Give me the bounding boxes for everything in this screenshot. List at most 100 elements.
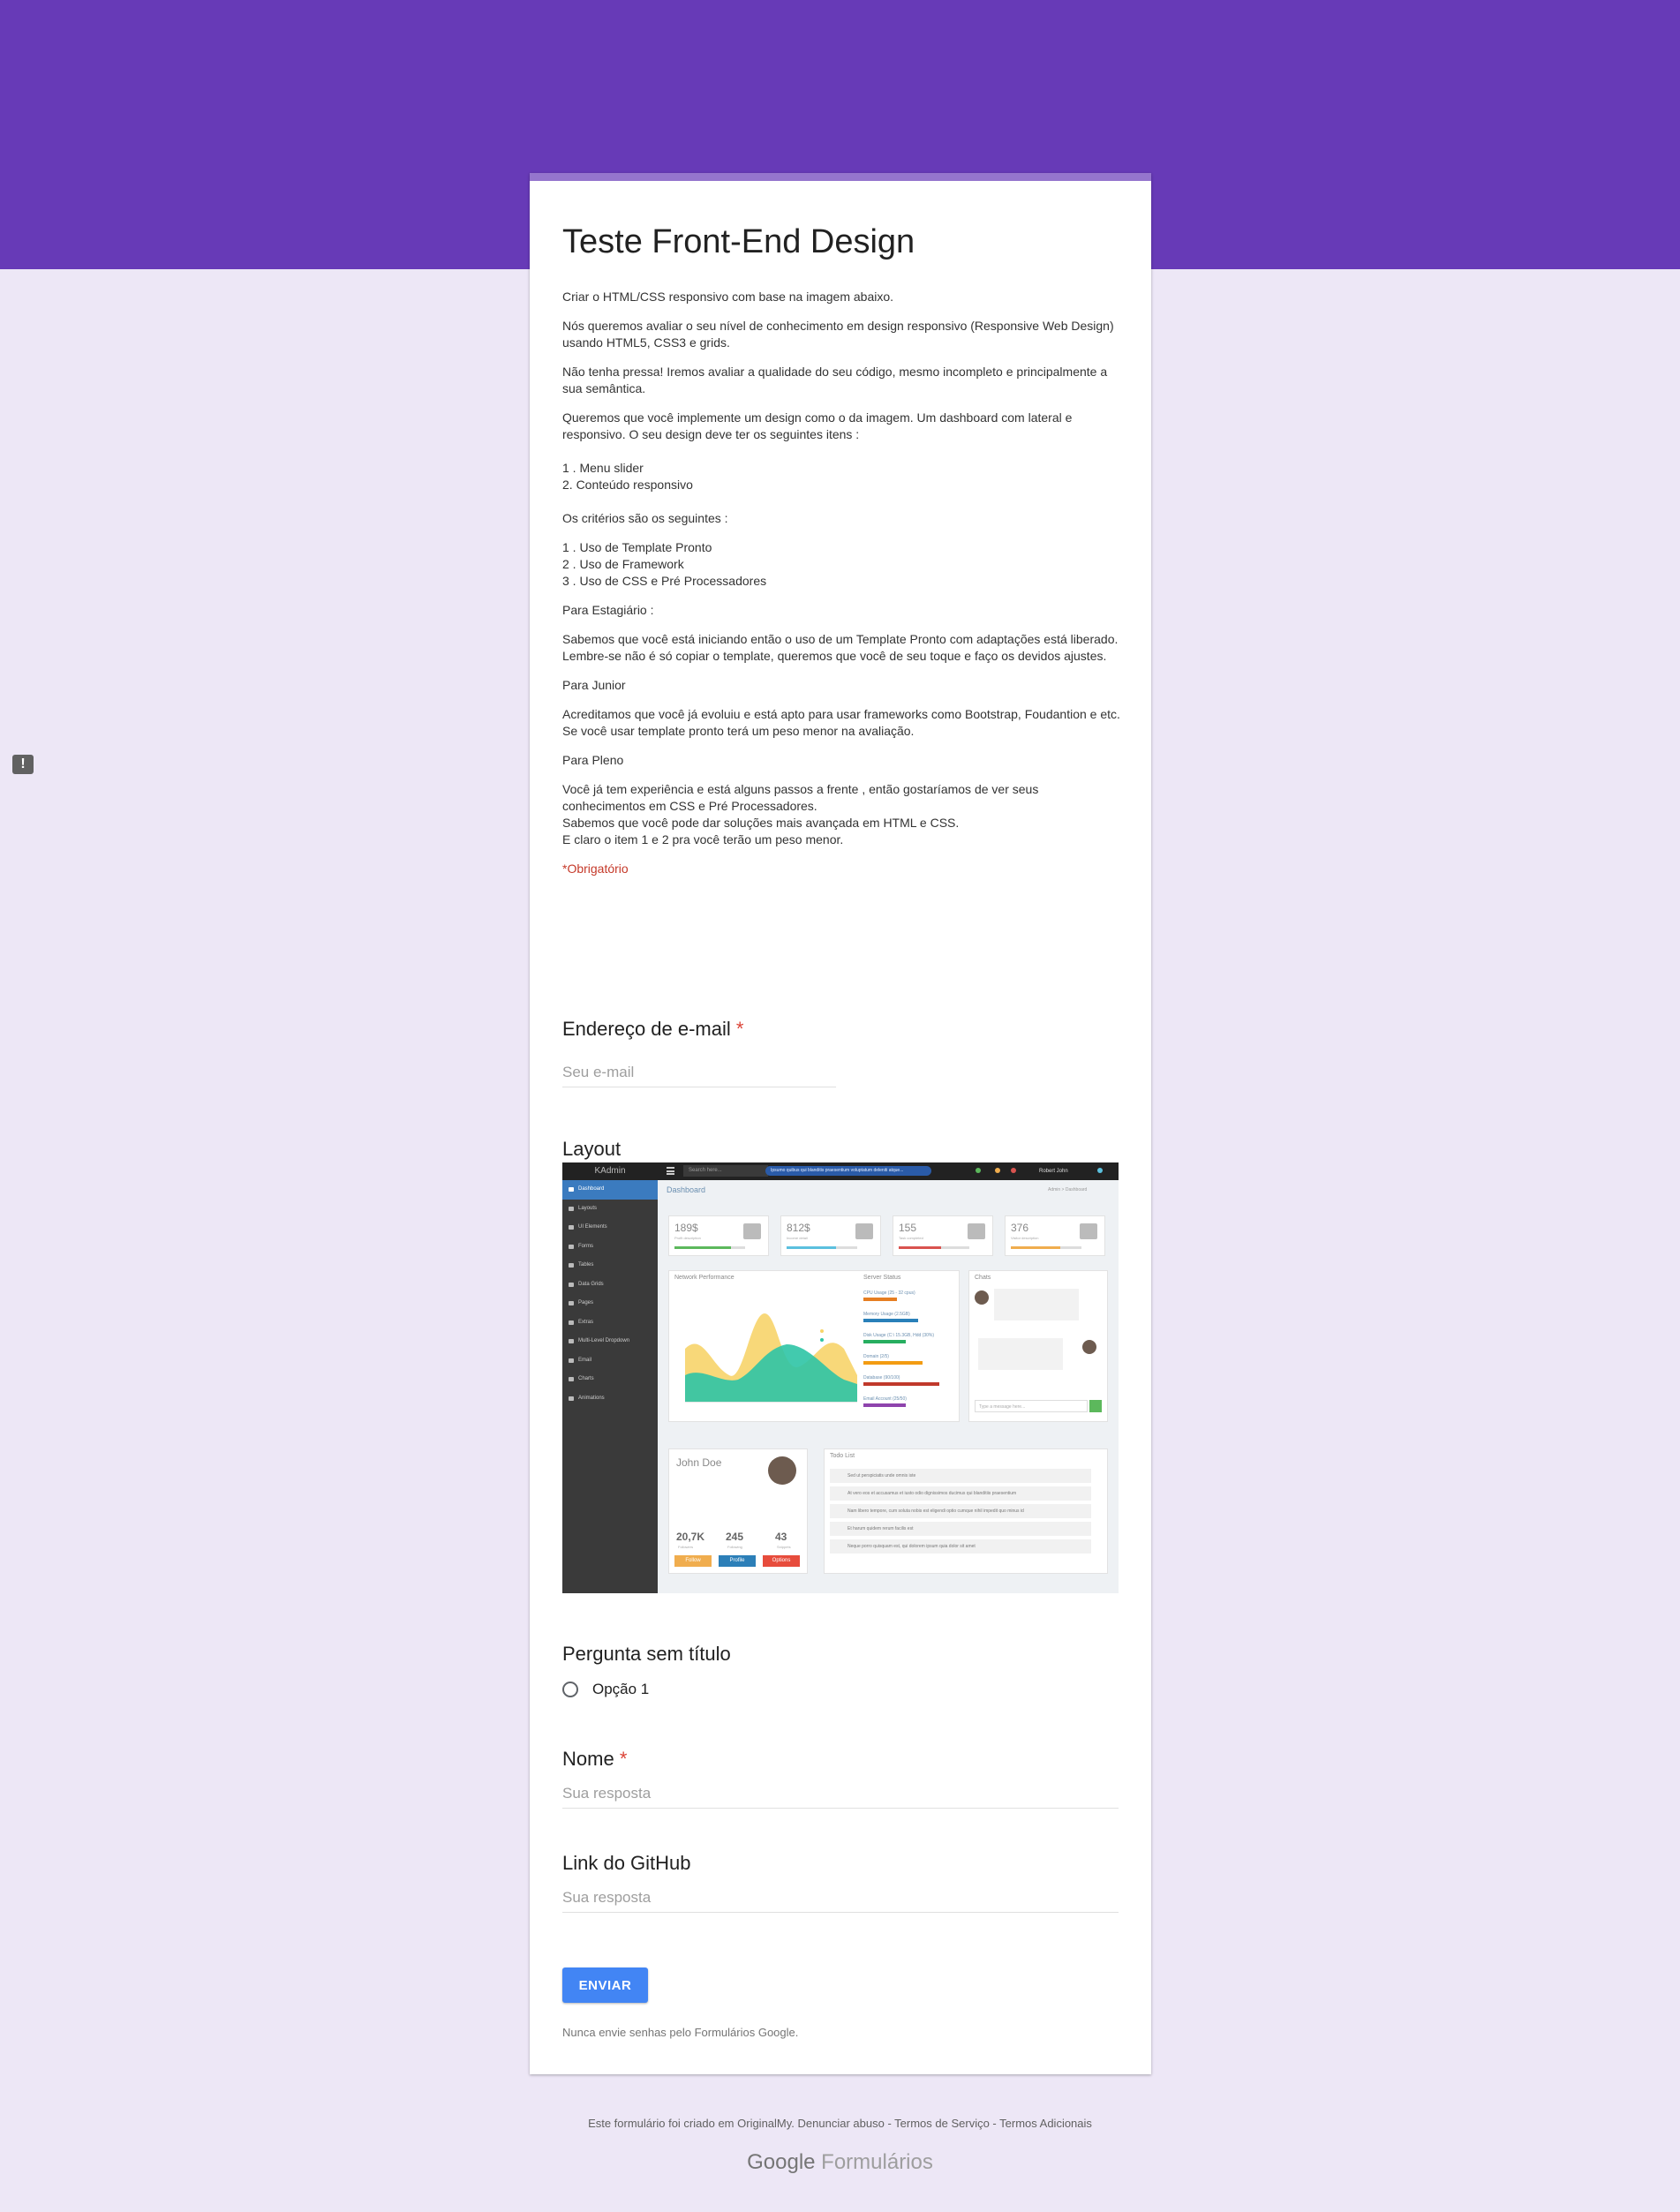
stat-value: 155 [899, 1222, 917, 1234]
name-field[interactable] [562, 1781, 1119, 1809]
server-row: Email Account (25/50) [863, 1396, 948, 1407]
dashboard-search: Search here... [683, 1165, 768, 1177]
required-asterisk: * [735, 1018, 744, 1040]
dashboard-ticker: Ipsumo quibus qui blanditis praesentium … [765, 1166, 931, 1176]
todo-panel: Todo List Sed ut perspiciatis unde omnis… [824, 1448, 1108, 1574]
menu-icon [667, 1167, 674, 1175]
description-paragraph: Acreditamos que você já evoluiu e está a… [562, 707, 1120, 738]
profile-name: John Doe [676, 1456, 722, 1469]
profile-stat-label: Following [727, 1545, 742, 1549]
terms-link[interactable]: Termos de Serviço [894, 2117, 990, 2130]
question-title: Layout [562, 1138, 622, 1160]
question-untitled: Pergunta sem título Opção 1 [562, 1643, 1119, 1698]
stat-label: Income detail [787, 1236, 808, 1240]
server-row-bar [863, 1403, 906, 1407]
stat-label: Profit description [674, 1236, 701, 1240]
description-paragraph: Para Junior [562, 678, 626, 692]
server-row-label: Domain (2/5) [863, 1354, 889, 1359]
todo-item: Neque porro quisquam est, qui dolorem ip… [830, 1539, 1091, 1554]
profile-stat-label: Snippets [777, 1545, 791, 1549]
profile-button: Follow [674, 1555, 712, 1567]
panel-title: Network Performance [674, 1275, 735, 1281]
panel-title: Server Status [863, 1275, 901, 1281]
submit-button[interactable]: ENVIAR [562, 1967, 648, 2003]
question-name: Nome * [562, 1748, 1119, 1809]
sidebar-item: Multi-Level Dropdown [562, 1332, 658, 1351]
avatar [1082, 1340, 1096, 1354]
sidebar-item: Data Grids [562, 1275, 658, 1295]
stat-bar-fill [1011, 1246, 1060, 1249]
layout-image: KAdmin Search here... Ipsumo quibus qui … [562, 1162, 1119, 1593]
server-row: Disk Usage (C:\ 15.3GB, Hdd (30%) [863, 1333, 948, 1343]
todo-item: Et harum quidem rerum facilis est [830, 1522, 1091, 1536]
question-title: Link do GitHub [562, 1852, 691, 1874]
dashboard-heading: Dashboard [667, 1185, 706, 1194]
panel-title: Chats [975, 1275, 991, 1281]
sidebar-item: Tables [562, 1256, 658, 1275]
profile-stat-value: 43 [775, 1531, 787, 1543]
stat-value: 189$ [674, 1222, 698, 1234]
google-forms-logo[interactable]: Google Formulários [0, 2150, 1680, 2175]
profile-card: John Doe 20,7K 245 43 Followers Followin… [668, 1448, 808, 1574]
stat-value: 376 [1011, 1222, 1029, 1234]
stat-bar [899, 1246, 969, 1249]
todo-item: At vero eos et accusamus et iusto odio d… [830, 1486, 1091, 1501]
network-panel: Network Performance Server Status CPU Us… [668, 1270, 960, 1422]
server-row: Domain (2/5) [863, 1354, 948, 1365]
dashboard-brand: KAdmin [594, 1166, 626, 1176]
server-row-label: Disk Usage (C:\ 15.3GB, Hdd (30%) [863, 1333, 935, 1338]
sidebar-item: Charts [562, 1370, 658, 1389]
stat-label: Task completed [899, 1236, 923, 1240]
report-abuse-link[interactable]: Denunciar abuso [798, 2117, 885, 2130]
server-row-label: Memory Usage (2.5GB) [863, 1312, 910, 1317]
question-title: Endereço de e-mail [562, 1018, 731, 1040]
description-list: 1 . Menu slider 2. Conteúdo responsivo [562, 461, 693, 492]
chats-panel: Chats Type a message here... [968, 1270, 1108, 1422]
sidebar-item: Pages [562, 1294, 658, 1313]
avatar [975, 1290, 989, 1305]
profile-stat-label: Followers [678, 1545, 694, 1549]
cart-icon [743, 1223, 761, 1239]
stat-card: 155 Task completed [893, 1215, 993, 1256]
server-row-bar [863, 1361, 923, 1365]
sidebar-item: Email [562, 1351, 658, 1371]
server-row-bar [863, 1298, 898, 1301]
send-icon [1089, 1400, 1102, 1412]
stat-bar-fill [674, 1246, 731, 1249]
profile-button: Profile [719, 1555, 756, 1567]
sidebar-item: Extras [562, 1313, 658, 1333]
form-description: Criar o HTML/CSS responsivo com base na … [562, 289, 1120, 890]
password-disclaimer: Nunca envie senhas pelo Formulários Goog… [562, 2026, 799, 2039]
avatar [768, 1456, 796, 1485]
notification-icon [976, 1168, 981, 1173]
report-feedback-icon[interactable]: ! [12, 755, 34, 774]
stat-bar [674, 1246, 745, 1249]
profile-button: Options [763, 1555, 800, 1567]
chat-message [994, 1289, 1079, 1320]
money-icon [855, 1223, 873, 1239]
sidebar-item: UI Elements [562, 1218, 658, 1238]
radio-button[interactable] [562, 1682, 578, 1697]
server-row-label: Database (90/100) [863, 1375, 900, 1381]
email-field[interactable] [562, 1060, 836, 1087]
radio-option-1[interactable]: Opção 1 [562, 1681, 1119, 1698]
form-card: Teste Front-End Design Criar o HTML/CSS … [530, 173, 1151, 2074]
description-paragraph: Os critérios são os seguintes : [562, 511, 728, 525]
additional-terms-link[interactable]: Termos Adicionais [999, 2117, 1092, 2130]
question-title: Pergunta sem título [562, 1643, 731, 1665]
logo-google: Google [747, 2150, 816, 2174]
description-paragraph: Para Estagiário : [562, 603, 654, 617]
dashboard-breadcrumb: Admin > Dashboard [1048, 1187, 1088, 1193]
github-field[interactable] [562, 1885, 1119, 1913]
question-github: Link do GitHub [562, 1852, 1119, 1913]
tasks-icon [1011, 1168, 1016, 1173]
server-row: Memory Usage (2.5GB) [863, 1312, 948, 1322]
server-row-label: Email Account (25/50) [863, 1396, 907, 1402]
stat-label: Visitor description [1011, 1236, 1039, 1240]
question-layout: Layout [562, 1138, 1119, 1161]
todo-item: Nam libero tempore, cum soluta nobis est… [830, 1504, 1091, 1518]
server-row: CPU Usage (25 - 32 cpus) [863, 1290, 948, 1301]
dashboard-sidebar: Dashboard Layouts UI Elements Forms Tabl… [562, 1180, 658, 1593]
server-row-label: CPU Usage (25 - 32 cpus) [863, 1290, 915, 1296]
question-title: Nome [562, 1748, 614, 1770]
